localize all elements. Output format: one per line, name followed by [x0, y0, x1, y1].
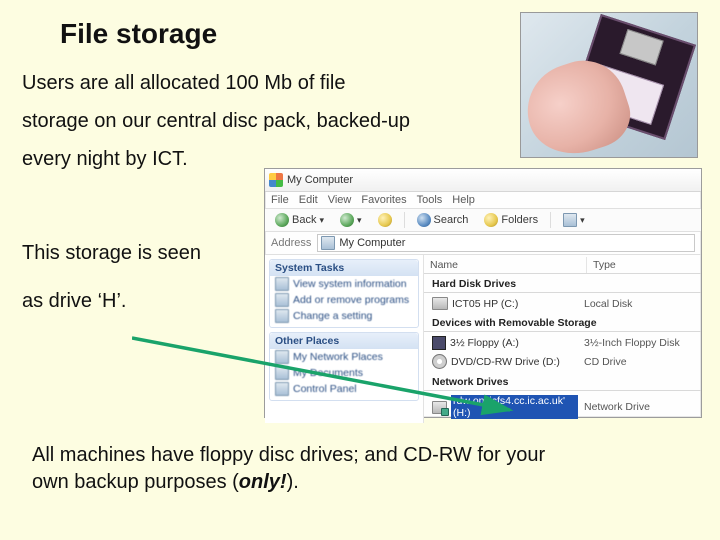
footer-line2a: own backup purposes ( [32, 471, 239, 493]
group-hdd: Hard Disk Drives [424, 274, 701, 293]
floppy-drive-icon [432, 336, 446, 350]
para1-line3: every night by ICT. [22, 146, 188, 173]
column-type[interactable]: Type [587, 257, 701, 273]
toolbar-divider [404, 212, 405, 228]
tasks-sidebar: System Tasks View system information Add… [265, 255, 424, 423]
place-label: My Network Places [293, 351, 383, 363]
place-label: My Documents [293, 367, 363, 379]
address-bar: Address My Computer [265, 232, 701, 255]
drive-name: 3½ Floppy (A:) [450, 337, 519, 349]
task-add-remove-programs[interactable]: Add or remove programs [270, 292, 418, 308]
task-view-system-info[interactable]: View system information [270, 276, 418, 292]
drive-c[interactable]: ICT05 HP (C:) Local Disk [424, 296, 701, 313]
footer-line2b: ). [287, 471, 299, 493]
drive-h[interactable]: rdw on 'icfs4.cc.ic.ac.uk' (H:) Network … [424, 394, 701, 422]
place-label: Control Panel [293, 383, 357, 395]
address-value: My Computer [339, 237, 405, 249]
programs-icon [275, 293, 289, 307]
chevron-down-icon: ▾ [319, 215, 324, 226]
menu-favorites[interactable]: Favorites [361, 194, 406, 206]
back-label: Back [292, 214, 316, 226]
other-places-panel: Other Places My Network Places My Docume… [269, 332, 419, 401]
forward-button[interactable]: ▾ [336, 212, 366, 228]
search-button[interactable]: Search [413, 212, 473, 228]
folders-label: Folders [501, 214, 538, 226]
group-removable: Devices with Removable Storage [424, 313, 701, 332]
window-toolbar: Back ▾ ▾ Search Folders ▾ [265, 209, 701, 232]
drive-type: Network Drive [584, 401, 650, 413]
address-label: Address [271, 237, 311, 249]
drive-type: CD Drive [584, 356, 627, 368]
drive-d[interactable]: DVD/CD-RW Drive (D:) CD Drive [424, 353, 701, 372]
back-button[interactable]: Back ▾ [271, 212, 328, 228]
menu-file[interactable]: File [271, 194, 289, 206]
menu-tools[interactable]: Tools [417, 194, 443, 206]
up-button[interactable] [374, 212, 396, 228]
back-icon [275, 213, 289, 227]
drive-name: DVD/CD-RW Drive (D:) [451, 356, 560, 368]
para2-line2: as drive ‘H’. [22, 288, 126, 315]
drive-name: ICT05 HP (C:) [452, 298, 518, 310]
search-icon [417, 213, 431, 227]
settings-icon [275, 309, 289, 323]
task-change-setting[interactable]: Change a setting [270, 308, 418, 324]
window-menubar: File Edit View Favorites Tools Help [265, 192, 701, 209]
info-icon [275, 277, 289, 291]
floppy-disk-photo [520, 12, 698, 158]
up-one-level-icon [378, 213, 392, 227]
footer-paragraph: All machines have floppy disc drives; an… [32, 442, 680, 496]
footer-line1: All machines have floppy disc drives; an… [32, 444, 545, 466]
menu-edit[interactable]: Edit [299, 194, 318, 206]
task-label: Add or remove programs [293, 294, 409, 306]
menu-help[interactable]: Help [452, 194, 475, 206]
drive-a[interactable]: 3½ Floppy (A:) 3½-Inch Floppy Disk [424, 335, 701, 353]
control-panel-icon [275, 382, 289, 396]
system-tasks-header[interactable]: System Tasks [270, 260, 418, 276]
footer-emph: only! [239, 471, 287, 493]
address-field[interactable]: My Computer [317, 234, 695, 252]
hard-drive-icon [432, 297, 448, 310]
chevron-down-icon: ▾ [357, 215, 362, 226]
place-network[interactable]: My Network Places [270, 349, 418, 365]
drives-pane: Name Type Hard Disk Drives ICT05 HP (C:)… [424, 255, 701, 423]
para1-line1: Users are all allocated 100 Mb of file [22, 70, 346, 97]
place-documents[interactable]: My Documents [270, 365, 418, 381]
views-button[interactable]: ▾ [559, 212, 589, 228]
system-tasks-panel: System Tasks View system information Add… [269, 259, 419, 328]
place-control-panel[interactable]: Control Panel [270, 381, 418, 397]
forward-icon [340, 213, 354, 227]
views-icon [563, 213, 577, 227]
my-computer-icon [269, 173, 283, 187]
drive-type: Local Disk [584, 298, 632, 310]
chevron-down-icon: ▾ [580, 215, 585, 226]
para1-line2: storage on our central disc pack, backed… [22, 108, 410, 135]
task-label: Change a setting [293, 310, 372, 322]
menu-view[interactable]: View [328, 194, 352, 206]
network-places-icon [275, 350, 289, 364]
network-drive-icon [432, 401, 447, 414]
para2-line1: This storage is seen [22, 240, 201, 267]
slide-title: File storage [60, 18, 217, 50]
group-network: Network Drives [424, 372, 701, 391]
drive-type: 3½-Inch Floppy Disk [584, 337, 680, 349]
column-name[interactable]: Name [424, 257, 587, 273]
cd-drive-icon [432, 354, 447, 369]
folders-button[interactable]: Folders [480, 212, 542, 228]
search-label: Search [434, 214, 469, 226]
documents-icon [275, 366, 289, 380]
column-headers: Name Type [424, 257, 701, 274]
my-computer-window: My Computer File Edit View Favorites Too… [264, 168, 702, 418]
other-places-header[interactable]: Other Places [270, 333, 418, 349]
folders-icon [484, 213, 498, 227]
my-computer-icon [321, 236, 335, 250]
drive-name: rdw on 'icfs4.cc.ic.ac.uk' (H:) [451, 395, 578, 419]
window-titlebar[interactable]: My Computer [265, 169, 701, 192]
window-body: System Tasks View system information Add… [265, 255, 701, 423]
task-label: View system information [293, 278, 407, 290]
toolbar-divider [550, 212, 551, 228]
window-title: My Computer [287, 174, 353, 186]
